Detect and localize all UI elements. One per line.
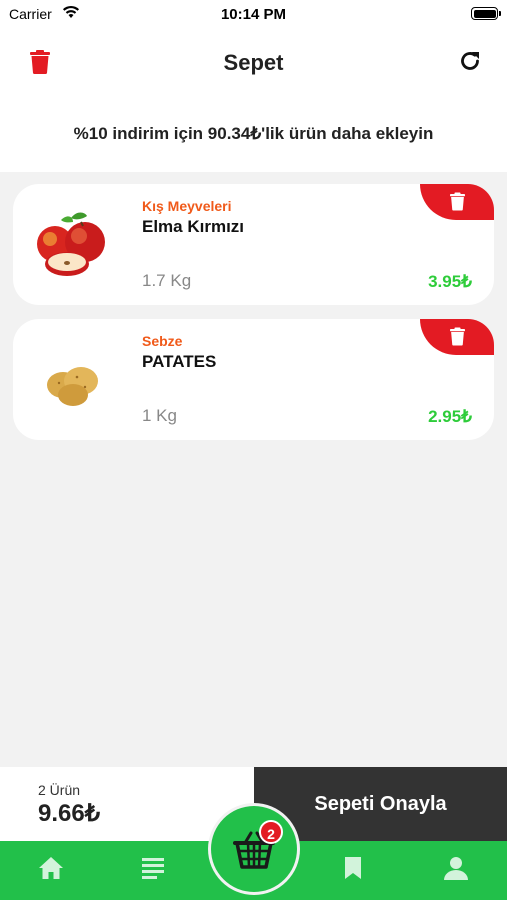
product-category: Sebze [142,333,183,349]
trash-icon [450,192,465,211]
bookmark-icon[interactable] [343,856,363,880]
product-name: PATATES [142,352,217,371]
status-bar: Carrier 10:14 PM [0,0,507,30]
delete-item-button[interactable] [420,184,494,220]
product-category: Kış Meyveleri [142,198,232,214]
product-price: 3.95₺ [428,272,472,291]
list-icon[interactable] [141,856,165,880]
total-price: 9.66₺ [38,800,100,827]
product-image-apples [37,212,105,276]
status-time: 10:14 PM [220,6,287,23]
refresh-icon[interactable] [459,50,481,72]
product-name: Elma Kırmızı [142,217,245,236]
cart-item-card[interactable]: Sebze PATATES 1 Kg 2.95₺ [13,319,494,440]
page-title: Sepet [223,50,284,75]
trash-icon [450,327,465,346]
basket-tab-button[interactable]: 2 [211,806,297,892]
product-weight: 1.7 Kg [142,271,192,290]
battery-icon [471,7,501,20]
home-icon[interactable] [38,856,64,880]
header: Sepet [0,30,507,96]
cart-count-badge: 2 [259,820,283,844]
discount-message: %10 indirim için 90.34₺'lik ürün daha ek… [73,124,434,143]
product-weight: 1 Kg [142,406,177,425]
profile-icon[interactable] [443,856,469,880]
item-count: 2 Ürün [38,782,81,798]
product-image-potatoes [47,367,98,406]
delete-item-button[interactable] [420,319,494,355]
product-price: 2.95₺ [428,407,472,426]
discount-banner: %10 indirim için 90.34₺'lik ürün daha ek… [0,96,507,172]
cart-item-card[interactable]: Kış Meyveleri Elma Kırmızı 1.7 Kg 3.95₺ [13,184,494,305]
